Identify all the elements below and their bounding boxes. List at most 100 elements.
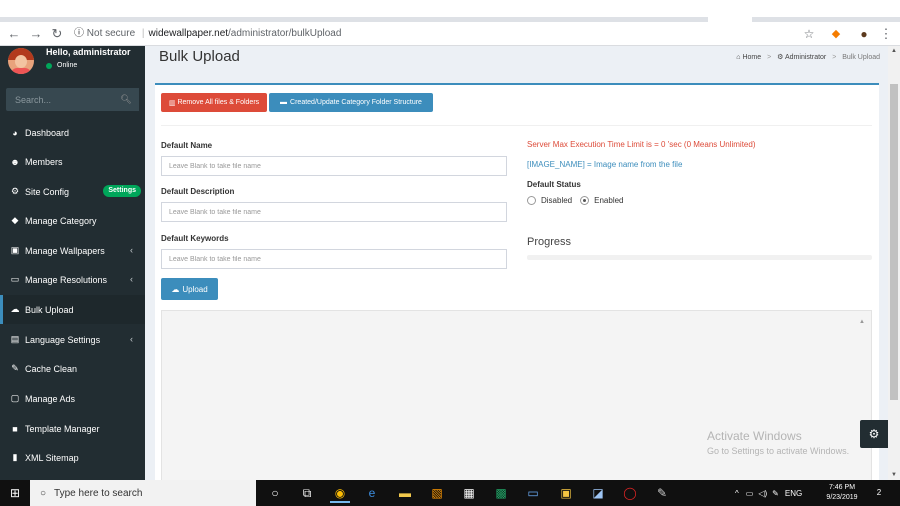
info-icon[interactable]: ⓘ (74, 28, 84, 39)
progress-title: Progress (527, 236, 572, 248)
reload-icon[interactable]: ↻ (49, 26, 65, 42)
clock-time: 7:46 PM (828, 484, 856, 491)
cortana-icon[interactable]: ○ (265, 483, 285, 503)
sidebar-item-members[interactable]: ☻ Members (0, 147, 145, 176)
breadcrumb-administrator[interactable]: Administrator (785, 54, 826, 61)
admin-icon: ⚙ (777, 54, 784, 61)
task-view-icon[interactable]: ⧉ (297, 483, 317, 503)
chrome-icon[interactable]: ◉ (330, 483, 350, 503)
forward-icon[interactable]: → (28, 26, 44, 42)
monitor-icon: ▭ (10, 274, 20, 284)
user-status: Online (46, 62, 77, 69)
file-explorer-icon[interactable]: ▬ (395, 483, 415, 503)
network-icon[interactable]: ▭ (746, 489, 754, 498)
extension-icon[interactable]: ◆ (828, 26, 844, 42)
sidebar-item-manage-wallpapers[interactable]: ▣ Manage Wallpapers ‹ (0, 236, 145, 265)
activate-windows-title: Activate Windows (707, 429, 802, 443)
taskbar-clock[interactable]: 7:46 PM 9/23/2019 (820, 483, 864, 503)
upload-button[interactable]: ☁ Upload (161, 278, 218, 300)
clock-date: 9/23/2019 (826, 494, 858, 501)
sidebar-item-manage-ads[interactable]: ▢ Manage Ads (0, 384, 145, 413)
menu-kebab-icon[interactable]: ⋮ (878, 26, 894, 42)
profile-avatar-icon[interactable]: ● (856, 26, 872, 42)
scroll-down-arrow-icon[interactable]: ▼ (888, 472, 900, 478)
default-keywords-input[interactable] (161, 249, 507, 269)
sidebar-item-cache-clean[interactable]: ✎ Cache Clean (0, 354, 145, 383)
sidebar-item-label: XML Sitemap (25, 452, 79, 463)
remove-all-label: Remove All files & Folders (177, 99, 260, 106)
calculator-icon[interactable]: ▦ (459, 483, 479, 503)
sidebar-item-bulk-upload[interactable]: ☁ Bulk Upload (0, 295, 145, 324)
sidebar-item-site-config[interactable]: ⚙ Site Config Settings (0, 177, 145, 206)
default-status-label: Default Status (527, 180, 581, 189)
chevron-left-icon: ‹ (130, 334, 133, 344)
taskbar-search-placeholder: Type here to search (54, 487, 143, 499)
sidebar-search-input[interactable] (6, 88, 113, 111)
chevron-left-icon: ‹ (130, 274, 133, 284)
scrollbar-thumb[interactable] (890, 84, 898, 400)
bookmark-star-icon[interactable]: ☆ (801, 26, 817, 42)
cloud-upload-icon: ☁ (171, 284, 180, 294)
opera-icon[interactable]: ◯ (620, 483, 640, 503)
folder-icon: ■ (12, 423, 18, 434)
trash-icon: ▥ (168, 99, 176, 107)
sidebar-item-template-manager[interactable]: ■ Template Manager (0, 414, 145, 443)
online-dot-icon (46, 62, 52, 69)
volume-icon[interactable]: ◁) (758, 489, 767, 498)
main-content: Bulk Upload ⌂ Home > ⚙ Administrator > B… (145, 46, 888, 482)
notepad-icon[interactable]: ◪ (588, 483, 608, 503)
edge-icon[interactable]: e (362, 483, 382, 503)
browser-tabstrip (0, 0, 900, 22)
progress-bar (527, 255, 872, 260)
breadcrumb: ⌂ Home > ⚙ Administrator > Bulk Upload (736, 54, 880, 61)
excel-icon[interactable]: ▩ (491, 483, 511, 503)
sidebar-item-label: Dashboard (25, 127, 70, 138)
remove-all-button[interactable]: ▥ Remove All files & Folders (161, 93, 267, 112)
windows-taskbar: ⊞ ○ Type here to search ○ ⧉ ◉ e ▬ ▧ ▦ ▩ … (0, 480, 900, 506)
url-field[interactable]: ⓘ Not secure | widewallpaper.net/administ… (74, 27, 341, 41)
sidebar-item-xml-sitemap[interactable]: ▮ XML Sitemap (0, 443, 145, 472)
sidebar-item-label: Manage Resolutions (25, 274, 108, 285)
paint-icon[interactable]: ▧ (427, 483, 447, 503)
default-keywords-label: Default Keywords (161, 234, 229, 243)
default-description-input[interactable] (161, 202, 507, 222)
sidebar-item-manage-resolutions[interactable]: ▭ Manage Resolutions ‹ (0, 265, 145, 294)
taskbar-search-box[interactable]: ○ Type here to search (30, 480, 256, 506)
scroll-up-icon[interactable]: ▲ (859, 319, 865, 325)
file-icon: ▮ (12, 452, 18, 462)
breadcrumb-home[interactable]: Home (742, 54, 761, 61)
sidebar-item-dashboard[interactable]: ◕ Dashboard (0, 118, 145, 147)
activate-windows-subtitle: Go to Settings to activate Windows. (707, 446, 850, 456)
status-radio-group: Disabled Enabled (527, 196, 624, 205)
sidebar: Hello, administrator Online 🔍︎ ◕ Dashboa… (0, 46, 145, 480)
tag-icon: ◆ (11, 215, 19, 225)
search-icon: ○ (40, 487, 47, 499)
gear-icon[interactable]: ⚙ (860, 420, 888, 448)
chevron-up-icon[interactable]: ^ (735, 489, 739, 498)
default-name-input[interactable] (161, 156, 507, 176)
pen-icon[interactable]: ✎ (772, 489, 779, 498)
back-icon[interactable]: ← (6, 26, 22, 42)
upload-dropzone[interactable]: ▲ (161, 310, 872, 482)
scroll-up-arrow-icon[interactable]: ▲ (888, 48, 900, 54)
page-scrollbar[interactable]: ▲ ▼ (888, 46, 900, 480)
home-icon: ⌂ (736, 54, 741, 61)
tool-app-icon[interactable]: ✎ (652, 483, 672, 503)
notification-center-icon[interactable]: 2 (870, 484, 888, 502)
language-indicator[interactable]: ENG (785, 489, 802, 498)
status-disabled-radio[interactable] (527, 196, 536, 205)
sidebar-item-manage-category[interactable]: ◆ Manage Category (0, 206, 145, 235)
create-folder-label: Created/Update Category Folder Structure (290, 99, 422, 106)
sidebar-item-language-settings[interactable]: ▤ Language Settings ‹ (0, 325, 145, 354)
address-bar: ← → ↻ ⓘ Not secure | widewallpaper.net/ad… (0, 22, 900, 46)
create-folder-structure-button[interactable]: ▬ Created/Update Category Folder Structu… (269, 93, 433, 112)
settings-badge: Settings (103, 185, 141, 197)
status-disabled-label: Disabled (541, 196, 573, 205)
windows-start-icon[interactable]: ⊞ (0, 480, 30, 506)
wrench-icon: ✎ (11, 363, 19, 373)
default-description-label: Default Description (161, 187, 235, 196)
status-enabled-radio[interactable] (580, 196, 590, 205)
store-icon[interactable]: ▣ (556, 483, 576, 503)
search-icon[interactable]: 🔍︎ (113, 88, 139, 111)
monitor-app-icon[interactable]: ▭ (523, 483, 543, 503)
